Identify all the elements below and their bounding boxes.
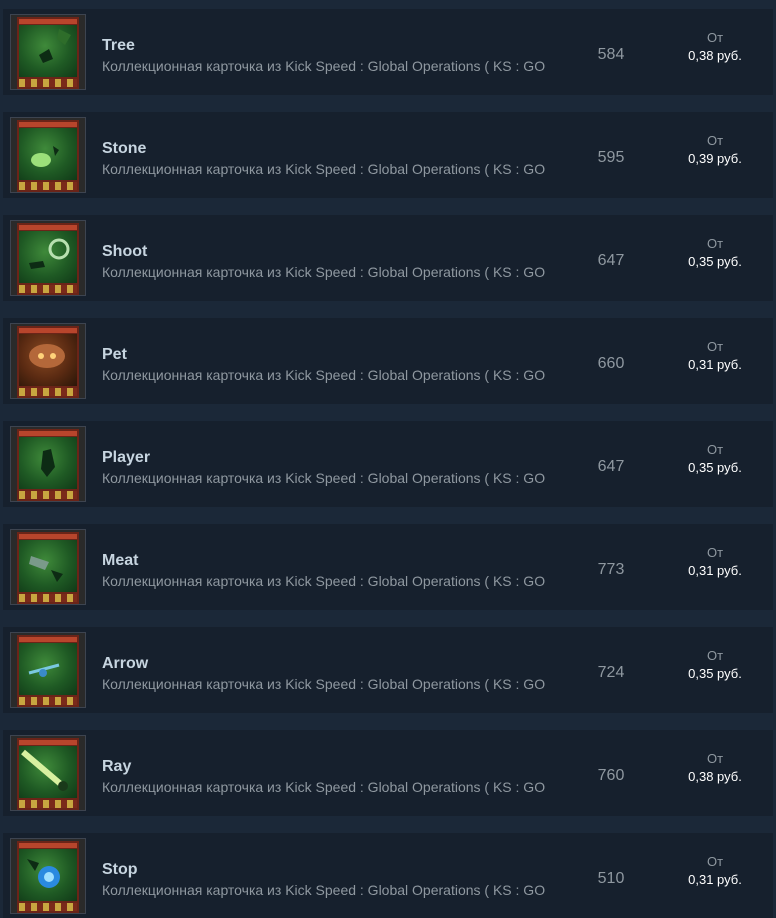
card-name[interactable]: Pet (102, 346, 127, 364)
pet-art-icon (19, 334, 77, 386)
market-listings: Tree Коллекционная карточка из Kick Spee… (0, 0, 776, 918)
listing-row[interactable]: Tree Коллекционная карточка из Kick Spee… (3, 9, 773, 95)
listing-quantity: 510 (597, 870, 625, 887)
card-game-description: Коллекционная карточка из Kick Speed : G… (102, 470, 546, 486)
card-game-description: Коллекционная карточка из Kick Speed : G… (102, 573, 546, 589)
price-from-label: От (706, 545, 724, 560)
listing-row[interactable]: Pet Коллекционная карточка из Kick Speed… (3, 318, 773, 404)
card-name[interactable]: Tree (102, 37, 135, 55)
card-game-description: Коллекционная карточка из Kick Speed : G… (102, 58, 546, 74)
listing-price: 0,35 руб. (688, 666, 742, 681)
listing-price: 0,31 руб. (688, 872, 742, 887)
card-game-description: Коллекционная карточка из Kick Speed : G… (102, 367, 546, 383)
listing-price: 0,39 руб. (688, 151, 742, 166)
card-name[interactable]: Ray (102, 758, 131, 776)
listing-quantity: 647 (597, 458, 625, 475)
listing-row[interactable]: Arrow Коллекционная карточка из Kick Spe… (3, 627, 773, 713)
listing-quantity: 584 (597, 46, 625, 63)
card-game-description: Коллекционная карточка из Kick Speed : G… (102, 882, 546, 898)
listing-quantity: 760 (597, 767, 625, 784)
listing-price: 0,38 руб. (688, 769, 742, 784)
listing-quantity: 647 (597, 252, 625, 269)
ray-art-icon (19, 746, 77, 798)
listing-row[interactable]: Player Коллекционная карточка из Kick Sp… (3, 421, 773, 507)
card-thumbnail (10, 14, 86, 90)
price-from-label: От (706, 339, 724, 354)
card-thumbnail (10, 220, 86, 296)
card-name[interactable]: Stop (102, 861, 138, 879)
listing-row[interactable]: Stone Коллекционная карточка из Kick Spe… (3, 112, 773, 198)
meat-art-icon (19, 540, 77, 592)
card-thumbnail (10, 632, 86, 708)
listing-quantity: 595 (597, 149, 625, 166)
listing-price: 0,31 руб. (688, 357, 742, 372)
listing-price: 0,35 руб. (688, 460, 742, 475)
price-from-label: От (706, 236, 724, 251)
card-game-description: Коллекционная карточка из Kick Speed : G… (102, 161, 546, 177)
stop-art-icon (19, 849, 77, 901)
arrow-art-icon (19, 643, 77, 695)
card-game-description: Коллекционная карточка из Kick Speed : G… (102, 779, 546, 795)
listing-row[interactable]: Stop Коллекционная карточка из Kick Spee… (3, 833, 773, 918)
listing-price: 0,35 руб. (688, 254, 742, 269)
card-thumbnail (10, 323, 86, 399)
shoot-art-icon (19, 231, 77, 283)
listing-quantity: 724 (597, 664, 625, 681)
player-art-icon (19, 437, 77, 489)
price-from-label: От (706, 854, 724, 869)
card-name[interactable]: Meat (102, 552, 138, 570)
listing-row[interactable]: Ray Коллекционная карточка из Kick Speed… (3, 730, 773, 816)
card-name[interactable]: Player (102, 449, 150, 467)
card-game-description: Коллекционная карточка из Kick Speed : G… (102, 264, 546, 280)
price-from-label: От (706, 751, 724, 766)
card-game-description: Коллекционная карточка из Kick Speed : G… (102, 676, 546, 692)
card-thumbnail (10, 117, 86, 193)
card-thumbnail (10, 529, 86, 605)
price-from-label: От (706, 30, 724, 45)
card-thumbnail (10, 735, 86, 811)
card-thumbnail (10, 426, 86, 502)
card-name[interactable]: Stone (102, 140, 146, 158)
price-from-label: От (706, 648, 724, 663)
listing-quantity: 773 (597, 561, 625, 578)
price-from-label: От (706, 442, 724, 457)
tree-art-icon (19, 25, 77, 77)
listing-row[interactable]: Meat Коллекционная карточка из Kick Spee… (3, 524, 773, 610)
listing-quantity: 660 (597, 355, 625, 372)
price-from-label: От (706, 133, 724, 148)
stone-art-icon (19, 128, 77, 180)
card-thumbnail (10, 838, 86, 914)
listing-row[interactable]: Shoot Коллекционная карточка из Kick Spe… (3, 215, 773, 301)
card-name[interactable]: Arrow (102, 655, 148, 673)
listing-price: 0,38 руб. (688, 48, 742, 63)
card-name[interactable]: Shoot (102, 243, 147, 261)
listing-price: 0,31 руб. (688, 563, 742, 578)
